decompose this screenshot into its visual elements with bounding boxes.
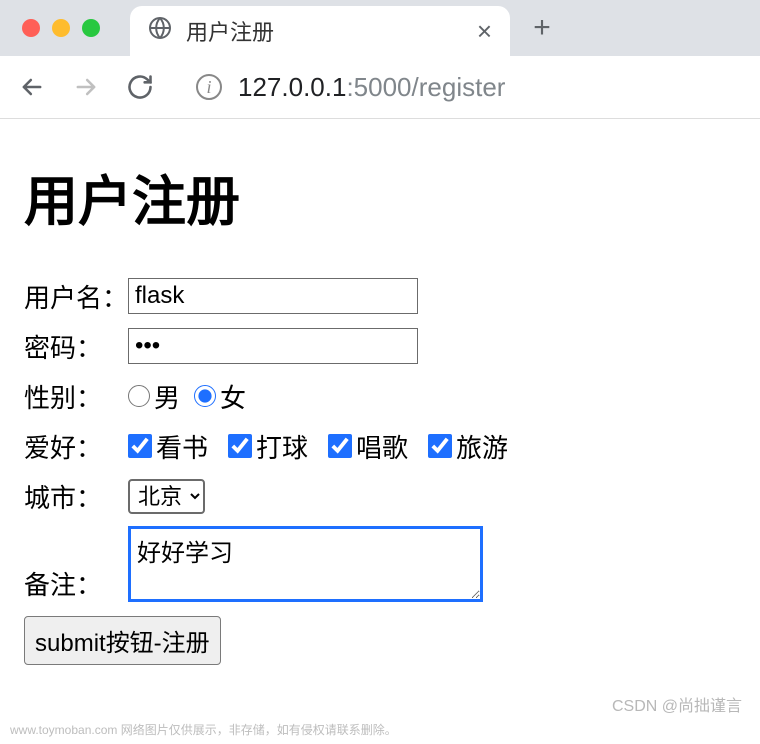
check-ball-label: 打球 bbox=[256, 428, 308, 465]
page-content: 用户注册 用户名： 密码： 性别： 男 女 爱好： 看书 bbox=[0, 119, 760, 685]
label-username: 用户名： bbox=[24, 278, 128, 315]
url-path: /register bbox=[412, 72, 506, 102]
check-ball[interactable]: 打球 bbox=[228, 428, 308, 465]
maximize-window-icon[interactable] bbox=[82, 19, 100, 37]
browser-chrome: 用户注册 × + i 127.0.0.1:5000/register bbox=[0, 0, 760, 119]
radio-male[interactable]: 男 bbox=[128, 378, 180, 415]
minimize-window-icon[interactable] bbox=[52, 19, 70, 37]
url-host: 127.0.0.1 bbox=[238, 72, 346, 102]
close-window-icon[interactable] bbox=[22, 19, 40, 37]
check-ball-input[interactable] bbox=[228, 434, 252, 458]
globe-icon bbox=[148, 16, 172, 46]
check-sing-input[interactable] bbox=[328, 434, 352, 458]
close-tab-icon[interactable]: × bbox=[477, 16, 492, 47]
url-port: :5000 bbox=[346, 72, 411, 102]
password-input[interactable] bbox=[128, 328, 418, 364]
watermark-bottom-right: CSDN @尚拙谨言 bbox=[612, 692, 742, 716]
watermark-bottom-left: www.toymoban.com 网络图片仅供展示，非存储，如有侵权请联系删除。 bbox=[10, 721, 397, 738]
address-bar[interactable]: i 127.0.0.1:5000/register bbox=[196, 72, 505, 103]
tab-title: 用户注册 bbox=[186, 15, 274, 47]
check-read-label: 看书 bbox=[156, 428, 208, 465]
row-gender: 性别： 男 女 bbox=[24, 376, 736, 416]
check-sing-label: 唱歌 bbox=[356, 428, 408, 465]
row-hobby: 爱好： 看书 打球 唱歌 旅游 bbox=[24, 426, 736, 466]
check-sing[interactable]: 唱歌 bbox=[328, 428, 408, 465]
new-tab-button[interactable]: + bbox=[522, 8, 562, 48]
label-hobby: 爱好： bbox=[24, 428, 128, 465]
remark-textarea[interactable] bbox=[128, 526, 483, 602]
row-username: 用户名： bbox=[24, 276, 736, 316]
label-city: 城市： bbox=[24, 478, 128, 515]
browser-tab[interactable]: 用户注册 × bbox=[130, 6, 510, 56]
radio-female-label: 女 bbox=[220, 378, 246, 415]
radio-female-input[interactable] bbox=[194, 385, 216, 407]
label-password: 密码： bbox=[24, 328, 128, 365]
city-select[interactable]: 北京 bbox=[128, 479, 205, 514]
check-travel-label: 旅游 bbox=[456, 428, 508, 465]
radio-male-input[interactable] bbox=[128, 385, 150, 407]
check-read[interactable]: 看书 bbox=[128, 428, 208, 465]
label-gender: 性别： bbox=[24, 378, 128, 415]
url-text: 127.0.0.1:5000/register bbox=[238, 72, 505, 103]
back-button[interactable] bbox=[14, 69, 50, 105]
row-city: 城市： 北京 bbox=[24, 476, 736, 516]
site-info-icon[interactable]: i bbox=[196, 74, 222, 100]
submit-button[interactable]: submit按钮-注册 bbox=[24, 616, 221, 665]
forward-button[interactable] bbox=[68, 69, 104, 105]
window-controls bbox=[0, 19, 130, 37]
check-travel-input[interactable] bbox=[428, 434, 452, 458]
tab-bar: 用户注册 × + bbox=[0, 0, 760, 56]
radio-male-label: 男 bbox=[154, 378, 180, 415]
reload-button[interactable] bbox=[122, 69, 158, 105]
radio-female[interactable]: 女 bbox=[194, 378, 246, 415]
page-title: 用户注册 bbox=[24, 157, 736, 236]
check-read-input[interactable] bbox=[128, 434, 152, 458]
check-travel[interactable]: 旅游 bbox=[428, 428, 508, 465]
row-remark: 备注： bbox=[24, 526, 736, 602]
row-password: 密码： bbox=[24, 326, 736, 366]
nav-bar: i 127.0.0.1:5000/register bbox=[0, 56, 760, 118]
label-remark: 备注： bbox=[24, 565, 128, 602]
username-input[interactable] bbox=[128, 278, 418, 314]
